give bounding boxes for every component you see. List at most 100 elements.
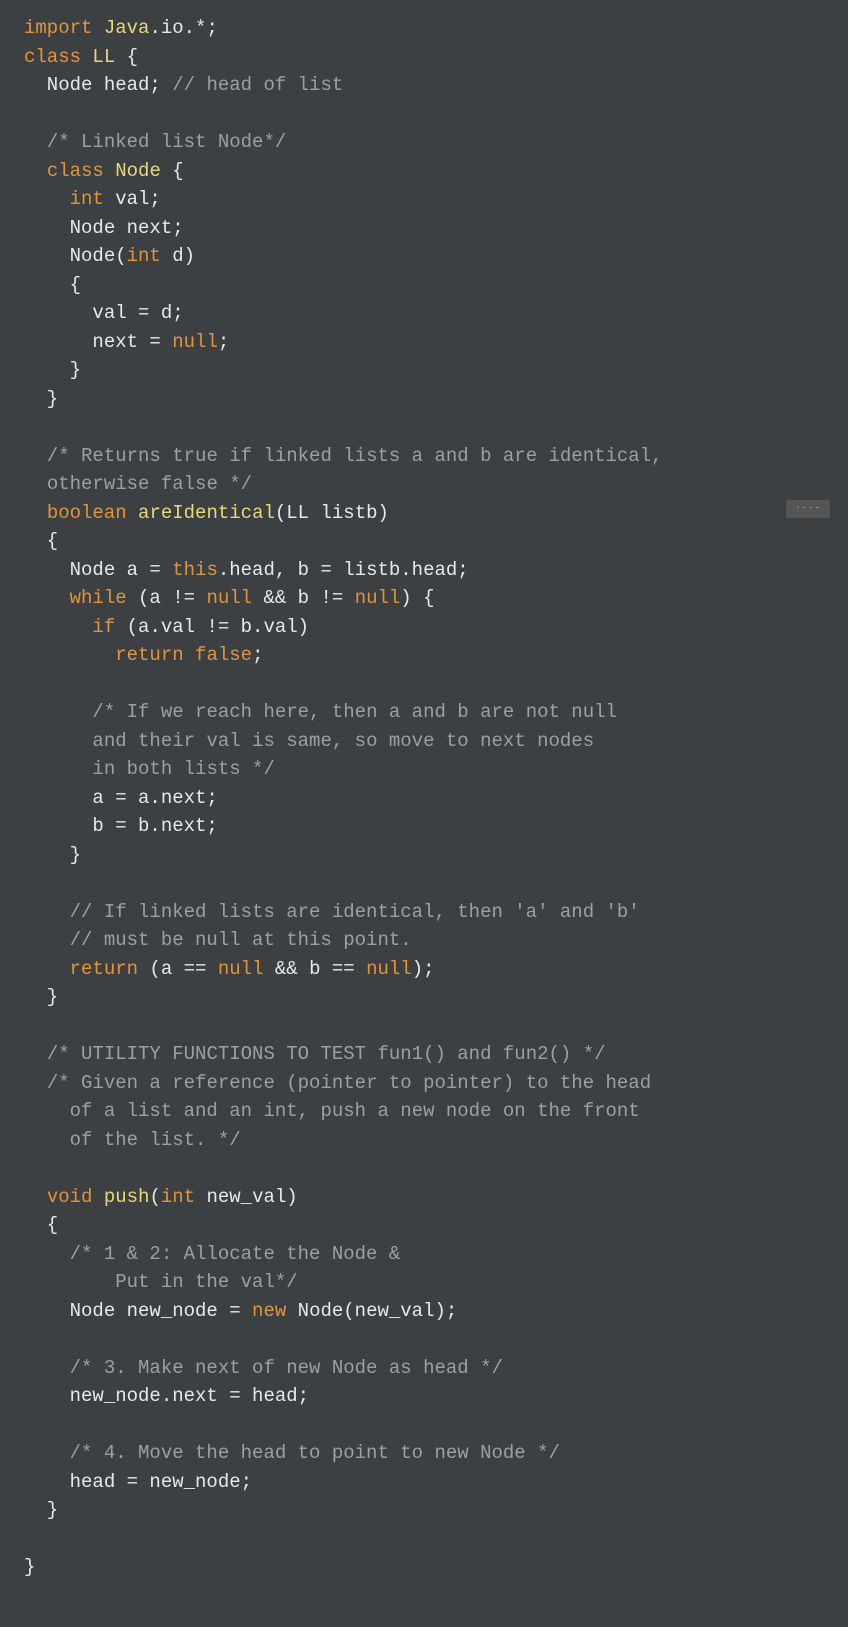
code-token: } (24, 359, 81, 381)
minimap-indicator: ·--- (786, 500, 830, 518)
code-line[interactable]: Node(int d) (24, 242, 824, 271)
code-token (24, 958, 70, 980)
code-token: new (252, 1300, 286, 1322)
code-token: { (161, 160, 184, 182)
code-line[interactable]: in both lists */ (24, 755, 824, 784)
code-token: Node(new_val); (286, 1300, 457, 1322)
code-line[interactable] (24, 670, 824, 699)
code-token: Put in the val*/ (115, 1271, 297, 1293)
code-token (127, 502, 138, 524)
code-line[interactable]: /* 4. Move the head to point to new Node… (24, 1439, 824, 1468)
code-line[interactable]: } (24, 385, 824, 414)
code-token: Node head; (24, 74, 172, 96)
code-token: areIdentical (138, 502, 275, 524)
code-line[interactable]: } (24, 983, 824, 1012)
code-token (104, 160, 115, 182)
code-line[interactable]: } (24, 356, 824, 385)
code-token: /* UTILITY FUNCTIONS TO TEST fun1() and … (47, 1043, 606, 1065)
code-token (24, 644, 115, 666)
code-line[interactable]: of the list. */ (24, 1126, 824, 1155)
code-token: in both lists */ (92, 758, 274, 780)
code-line[interactable]: void push(int new_val) (24, 1183, 824, 1212)
code-token: int (127, 245, 161, 267)
code-line[interactable]: b = b.next; (24, 812, 824, 841)
code-line[interactable]: /* If we reach here, then a and b are no… (24, 698, 824, 727)
code-line[interactable]: /* Given a reference (pointer to pointer… (24, 1069, 824, 1098)
code-line[interactable]: val = d; (24, 299, 824, 328)
code-line[interactable]: class Node { (24, 157, 824, 186)
code-line[interactable]: import Java.io.*; (24, 14, 824, 43)
code-line[interactable]: { (24, 527, 824, 556)
code-token: ) { (400, 587, 434, 609)
code-token (24, 758, 92, 780)
code-line[interactable]: int val; (24, 185, 824, 214)
code-line[interactable] (24, 869, 824, 898)
code-token: { (24, 530, 58, 552)
code-token: ; (252, 644, 263, 666)
code-token: class (47, 160, 104, 182)
code-token: void (47, 1186, 93, 1208)
code-line[interactable]: /* 3. Make next of new Node as head */ (24, 1354, 824, 1383)
code-token: } (24, 986, 58, 1008)
code-line[interactable]: otherwise false */ (24, 470, 824, 499)
code-line[interactable]: Put in the val*/ (24, 1268, 824, 1297)
code-line[interactable]: of a list and an int, push a new node on… (24, 1097, 824, 1126)
code-token: Node( (24, 245, 127, 267)
code-line[interactable]: } (24, 841, 824, 870)
code-line[interactable]: and their val is same, so move to next n… (24, 727, 824, 756)
code-token (24, 1357, 70, 1379)
code-line[interactable] (24, 100, 824, 129)
code-token: a = a.next; (24, 787, 218, 809)
code-line[interactable]: /* 1 & 2: Allocate the Node & (24, 1240, 824, 1269)
code-line[interactable]: if (a.val != b.val) (24, 613, 824, 642)
code-token: Node a = (24, 559, 172, 581)
code-line[interactable]: { (24, 271, 824, 300)
code-token (184, 644, 195, 666)
code-line[interactable]: Node head; // head of list (24, 71, 824, 100)
code-line[interactable] (24, 1012, 824, 1041)
code-line[interactable]: Node new_node = new Node(new_val); (24, 1297, 824, 1326)
code-line[interactable]: head = new_node; (24, 1468, 824, 1497)
code-token: Java (104, 17, 150, 39)
code-line[interactable]: { (24, 1211, 824, 1240)
code-line[interactable]: return (a == null && b == null); (24, 955, 824, 984)
code-line[interactable]: new_node.next = head; (24, 1382, 824, 1411)
code-editor[interactable]: import Java.io.*;class LL { Node head; /… (24, 14, 824, 1582)
code-line[interactable]: next = null; (24, 328, 824, 357)
code-token (24, 929, 70, 951)
code-line[interactable]: } (24, 1553, 824, 1582)
code-line[interactable]: } (24, 1496, 824, 1525)
code-line[interactable]: // must be null at this point. (24, 926, 824, 955)
code-token: // must be null at this point. (70, 929, 412, 951)
code-token: ); (412, 958, 435, 980)
code-line[interactable]: /* Returns true if linked lists a and b … (24, 442, 824, 471)
code-line[interactable]: /* UTILITY FUNCTIONS TO TEST fun1() and … (24, 1040, 824, 1069)
code-line[interactable]: a = a.next; (24, 784, 824, 813)
code-token: } (24, 388, 58, 410)
code-line[interactable]: // If linked lists are identical, then '… (24, 898, 824, 927)
code-token: && b != (252, 587, 355, 609)
code-line[interactable]: boolean areIdentical(LL listb) (24, 499, 824, 528)
code-token: LL (92, 46, 115, 68)
code-token: { (115, 46, 138, 68)
code-token (24, 901, 70, 923)
code-line[interactable] (24, 1325, 824, 1354)
code-token: /* Given a reference (pointer to pointer… (47, 1072, 651, 1094)
code-line[interactable] (24, 1411, 824, 1440)
code-line[interactable] (24, 1154, 824, 1183)
code-token: null (218, 958, 264, 980)
code-line[interactable] (24, 1525, 824, 1554)
code-line[interactable]: Node a = this.head, b = listb.head; (24, 556, 824, 585)
code-token (24, 188, 70, 210)
code-token (24, 701, 92, 723)
code-token: (a.val != b.val) (115, 616, 309, 638)
code-line[interactable]: while (a != null && b != null) { (24, 584, 824, 613)
code-token: (a != (127, 587, 207, 609)
code-line[interactable] (24, 413, 824, 442)
code-line[interactable]: class LL { (24, 43, 824, 72)
code-token (24, 473, 47, 495)
code-line[interactable]: Node next; (24, 214, 824, 243)
code-line[interactable]: return false; (24, 641, 824, 670)
code-token: (a == (138, 958, 218, 980)
code-line[interactable]: /* Linked list Node*/ (24, 128, 824, 157)
